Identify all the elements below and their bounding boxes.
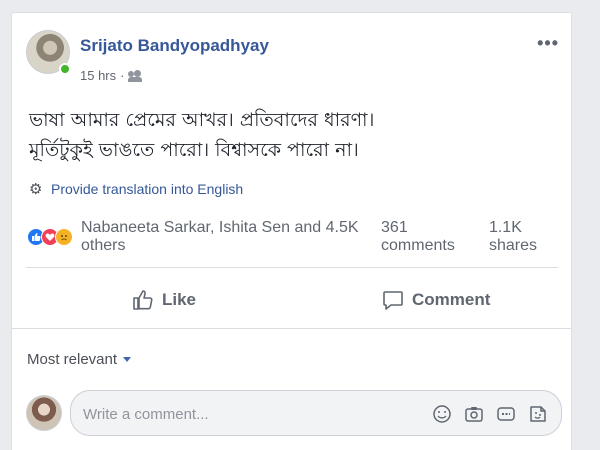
post-text-line: মূর্তিটুকুই ভাঙতে পারো। বিশ্বাসকে পারো ন…	[29, 139, 359, 161]
post-timestamp[interactable]: 15 hrs	[80, 68, 116, 83]
comment-label: Comment	[412, 290, 491, 309]
comment-button[interactable]: Comment	[382, 286, 490, 314]
emoji-icon[interactable]	[431, 403, 453, 425]
comment-input-box[interactable]	[70, 390, 562, 436]
comment-composer	[26, 388, 562, 438]
sad-reaction-icon	[55, 228, 73, 246]
comment-input[interactable]	[83, 403, 413, 425]
post-card: Srijato Bandyopadhyay 15 hrs · ••• ভাষা …	[11, 12, 572, 450]
sticker-icon[interactable]	[527, 403, 549, 425]
meta-separator: ·	[120, 68, 125, 83]
viewer-avatar[interactable]	[26, 395, 62, 431]
reactions-bar: Nabaneeta Sarkar, Ishita Sen and 4.5K ot…	[27, 219, 567, 254]
friends-icon[interactable]	[128, 69, 143, 82]
author-name[interactable]: Srijato Bandyopadhyay	[80, 36, 269, 56]
reaction-icons[interactable]	[27, 228, 73, 246]
shares-count[interactable]: 1.1K shares	[489, 219, 567, 255]
translate-link[interactable]: Provide translation into English	[29, 180, 244, 198]
sort-label: Most relevant	[27, 351, 118, 368]
translate-label: Provide translation into English	[51, 181, 244, 197]
engagement-counts: 361 comments 1.1K shares	[381, 219, 567, 255]
post-meta: 15 hrs ·	[80, 68, 143, 83]
divider	[12, 328, 571, 329]
camera-icon[interactable]	[463, 403, 485, 425]
comment-bubble-icon	[383, 291, 403, 310]
caret-down-icon	[123, 357, 132, 362]
like-label: Like	[162, 290, 197, 309]
comments-count[interactable]: 361 comments	[381, 219, 477, 255]
divider	[26, 267, 558, 268]
reactors-text[interactable]: Nabaneeta Sarkar, Ishita Sen and 4.5K ot…	[81, 219, 381, 255]
gear-icon	[29, 180, 42, 198]
comment-tools	[431, 403, 549, 425]
thumbs-up-icon	[133, 290, 153, 310]
online-status-dot	[59, 63, 71, 75]
more-options-icon[interactable]: •••	[537, 33, 559, 54]
post-text-line: ভাষা আমার প্রেমের আখর। প্রতিবাদের ধারণা।	[29, 109, 375, 131]
like-button[interactable]: Like	[132, 286, 196, 314]
gif-icon[interactable]	[495, 403, 517, 425]
post-text: ভাষা আমার প্রেমের আখর। প্রতিবাদের ধারণা।…	[29, 105, 559, 165]
comment-sort-dropdown[interactable]: Most relevant	[27, 351, 132, 368]
